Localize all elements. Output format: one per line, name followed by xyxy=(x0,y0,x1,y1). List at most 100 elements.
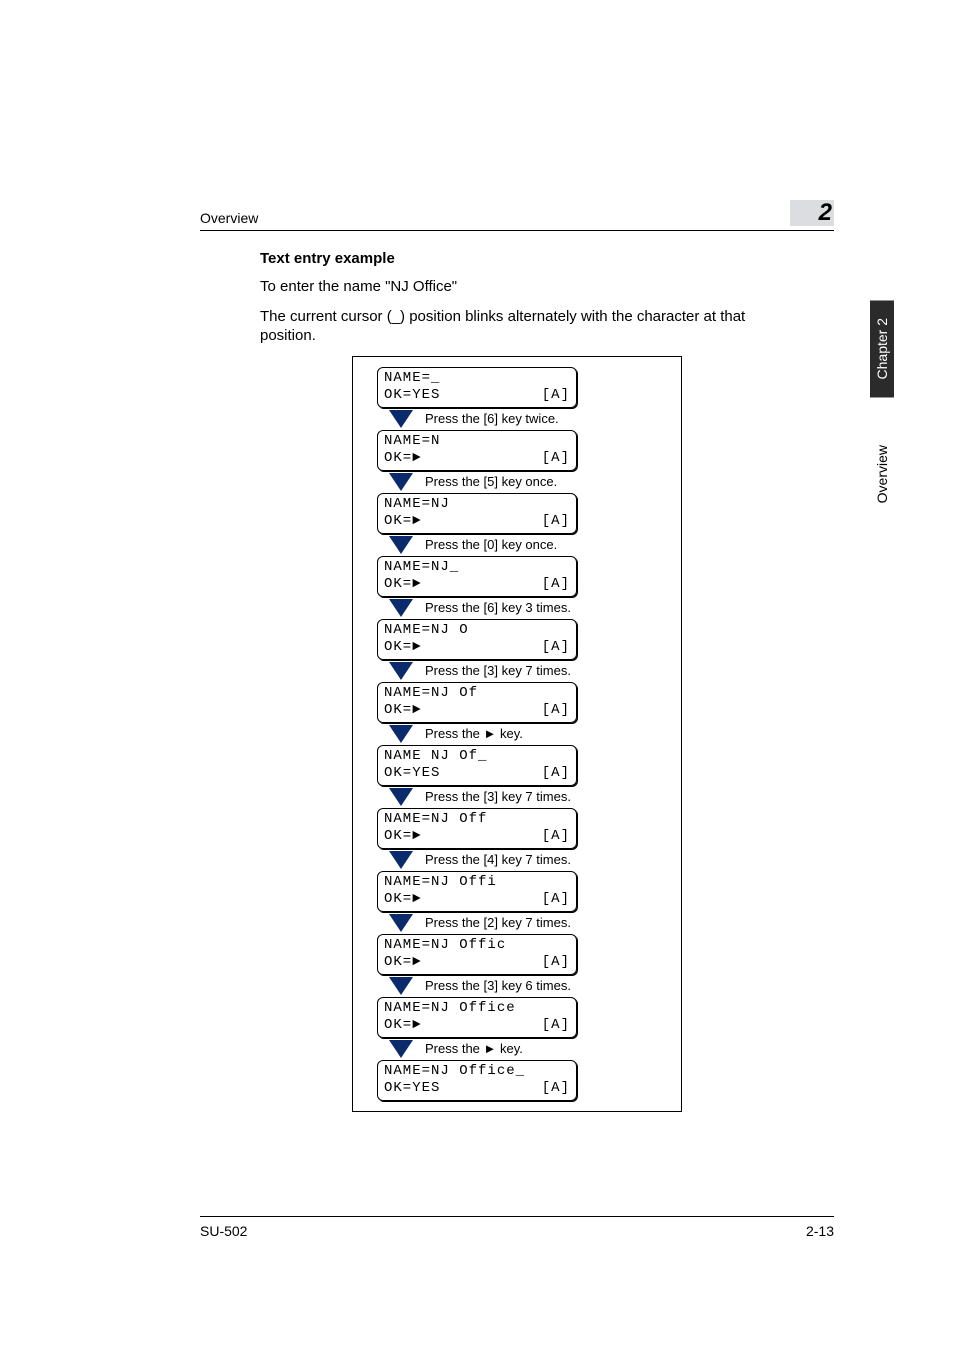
lcd-name-value: NAME=NJ_ xyxy=(384,559,459,577)
lcd-name-value: NAME=N xyxy=(384,433,440,451)
step-instruction: Press the [3] key 7 times. xyxy=(425,789,571,804)
page-header: Overview 2 xyxy=(200,200,834,231)
step-instruction: Press the [6] key twice. xyxy=(425,411,559,426)
arrow-down-icon xyxy=(389,725,413,743)
arrow-down-icon xyxy=(389,536,413,554)
lcd-screen: NAME=NJ OffOK=►[A] xyxy=(377,808,577,849)
lcd-line-1: NAME=N xyxy=(384,433,570,451)
lcd-line-2: OK=►[A] xyxy=(384,891,570,909)
lcd-screen: NAME=NJ OOK=► [A] xyxy=(377,619,577,660)
step-row: Press the [3] key 6 times. xyxy=(389,977,663,995)
arrow-down-icon xyxy=(389,473,413,491)
step-row: Press the [3] key 7 times. xyxy=(389,662,663,680)
arrow-down-icon xyxy=(389,788,413,806)
lcd-line-2: OK=YES[A] xyxy=(384,387,570,405)
lcd-line-1: NAME=NJ Offi xyxy=(384,874,570,892)
text-entry-diagram: NAME=_OK=YES[A]Press the [6] key twice.N… xyxy=(352,356,682,1112)
right-arrow-icon: ► xyxy=(484,726,497,741)
lcd-line-1: NAME=NJ Offic xyxy=(384,937,570,955)
lcd-ok-value: OK=► xyxy=(384,954,422,972)
lcd-line-2: OK=► [A] xyxy=(384,639,570,657)
lcd-screen: NAME=NJ Office_OK=YES [A] xyxy=(377,1060,577,1101)
lcd-mode-value: [A] xyxy=(542,1080,570,1098)
step-instruction: Press the [3] key 7 times. xyxy=(425,663,571,678)
lcd-line-2: OK=YES [A] xyxy=(384,1080,570,1098)
lcd-line-1: NAME=_ xyxy=(384,370,570,388)
lcd-screen: NAME NJ Of_OK=YES [A] xyxy=(377,745,577,786)
lcd-name-value: NAME=NJ Offic xyxy=(384,937,506,955)
lcd-name-value: NAME=NJ xyxy=(384,496,450,514)
chapter-number-box: 2 xyxy=(790,200,834,226)
lcd-name-value: NAME=NJ Offi xyxy=(384,874,497,892)
lcd-mode-value: [A] xyxy=(542,702,570,720)
lcd-name-value: NAME NJ Of_ xyxy=(384,748,487,766)
content-area: Text entry example To enter the name "NJ… xyxy=(260,250,774,1112)
lcd-line-2: OK=► [A] xyxy=(384,954,570,972)
lcd-mode-value: [A] xyxy=(542,828,570,846)
lcd-ok-value: OK=► xyxy=(384,450,422,468)
lcd-line-2: OK=► [A] xyxy=(384,576,570,594)
lcd-screen: NAME=NJ_OK=► [A] xyxy=(377,556,577,597)
lcd-screen: NAME=NJ OfOK=►[A] xyxy=(377,682,577,723)
lcd-line-1: NAME=NJ Of xyxy=(384,685,570,703)
lcd-mode-value: [A] xyxy=(542,1017,570,1035)
header-section-name: Overview xyxy=(200,210,258,226)
lcd-ok-value: OK=► xyxy=(384,576,422,594)
lcd-ok-value: OK=► xyxy=(384,1017,422,1035)
lcd-ok-value: OK=► xyxy=(384,639,422,657)
lcd-screen: NAME=NJ OfficOK=► [A] xyxy=(377,934,577,975)
lcd-screen: NAME=NJ OfficeOK=► [A] xyxy=(377,997,577,1038)
arrow-down-icon xyxy=(389,1040,413,1058)
lcd-mode-value: [A] xyxy=(542,513,570,531)
lcd-screen: NAME=NOK=►[A] xyxy=(377,430,577,471)
lcd-name-value: NAME=NJ Office_ xyxy=(384,1063,525,1081)
lcd-line-2: OK=►[A] xyxy=(384,828,570,846)
lcd-name-value: NAME=NJ Office xyxy=(384,1000,516,1018)
lcd-line-2: OK=►[A] xyxy=(384,450,570,468)
lcd-line-2: OK=►[A] xyxy=(384,702,570,720)
lcd-mode-value: [A] xyxy=(542,639,570,657)
lcd-ok-value: OK=YES xyxy=(384,387,440,405)
lcd-name-value: NAME=NJ O xyxy=(384,622,469,640)
step-instruction: Press the [2] key 7 times. xyxy=(425,915,571,930)
lcd-line-2: OK=► [A] xyxy=(384,1017,570,1035)
arrow-down-icon xyxy=(389,662,413,680)
footer-page-number: 2-13 xyxy=(806,1223,834,1239)
lcd-line-2: OK=YES [A] xyxy=(384,765,570,783)
cursor-note-paragraph: The current cursor (_) position blinks a… xyxy=(260,307,774,346)
step-instruction: Press the [0] key once. xyxy=(425,537,557,552)
step-instruction: Press the [5] key once. xyxy=(425,474,557,489)
lcd-mode-value: [A] xyxy=(542,765,570,783)
arrow-down-icon xyxy=(389,851,413,869)
step-row: Press the ► key. xyxy=(389,725,663,743)
step-row: Press the [6] key 3 times. xyxy=(389,599,663,617)
page-footer: SU-502 2-13 xyxy=(200,1216,834,1239)
lcd-screen: NAME=_OK=YES[A] xyxy=(377,367,577,408)
lcd-name-value: NAME=NJ Of xyxy=(384,685,478,703)
lcd-line-1: NAME=NJ Office_ xyxy=(384,1063,570,1081)
step-row: Press the [6] key twice. xyxy=(389,410,663,428)
lcd-ok-value: OK=YES xyxy=(384,1080,440,1098)
arrow-down-icon xyxy=(389,599,413,617)
step-instruction: Press the [6] key 3 times. xyxy=(425,600,571,615)
lcd-line-1: NAME=NJ Office xyxy=(384,1000,570,1018)
side-tab-chapter: Chapter 2 xyxy=(870,300,894,397)
lcd-ok-value: OK=► xyxy=(384,513,422,531)
section-heading: Text entry example xyxy=(260,250,774,267)
lcd-mode-value: [A] xyxy=(542,954,570,972)
lcd-screen: NAME=NJ OffiOK=►[A] xyxy=(377,871,577,912)
step-row: Press the [4] key 7 times. xyxy=(389,851,663,869)
step-instruction: Press the ► key. xyxy=(425,726,523,741)
step-row: Press the [2] key 7 times. xyxy=(389,914,663,932)
lcd-ok-value: OK=YES xyxy=(384,765,440,783)
arrow-down-icon xyxy=(389,410,413,428)
page: Overview 2 Text entry example To enter t… xyxy=(0,0,954,1351)
footer-model: SU-502 xyxy=(200,1223,247,1239)
lcd-name-value: NAME=_ xyxy=(384,370,440,388)
step-instruction: Press the [3] key 6 times. xyxy=(425,978,571,993)
step-row: Press the [3] key 7 times. xyxy=(389,788,663,806)
lcd-mode-value: [A] xyxy=(542,891,570,909)
lcd-mode-value: [A] xyxy=(542,576,570,594)
right-arrow-icon: ► xyxy=(484,1041,497,1056)
step-instruction: Press the ► key. xyxy=(425,1041,523,1056)
